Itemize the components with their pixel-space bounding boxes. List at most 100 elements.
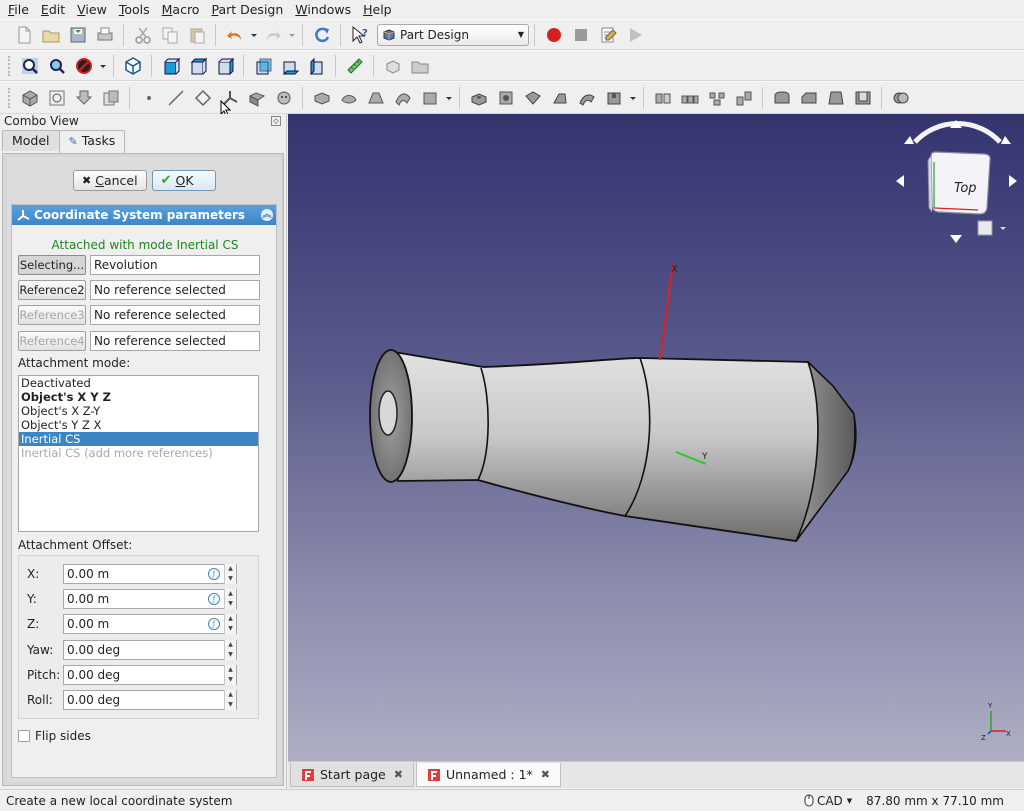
isometric-view-icon[interactable] [121, 54, 145, 78]
shape-binder-icon[interactable] [245, 86, 269, 110]
create-part-icon[interactable] [381, 54, 405, 78]
expression-icon[interactable]: ƒ [208, 618, 220, 630]
navigation-cube[interactable]: Top [896, 120, 1017, 243]
close-icon[interactable]: ✖ [394, 768, 403, 781]
menu-windows[interactable]: Windows [289, 0, 357, 19]
undock-icon[interactable]: ◇ [271, 116, 281, 126]
reference2-field[interactable]: No reference selected [90, 280, 260, 300]
datum-point-icon[interactable] [137, 86, 161, 110]
toolbar-grip[interactable] [8, 55, 12, 76]
polar-pattern-icon[interactable] [705, 86, 729, 110]
cancel-button[interactable]: ✖ Cancel [73, 170, 147, 191]
spin-up-icon[interactable]: ▲ [225, 614, 236, 624]
thickness-icon[interactable] [851, 86, 875, 110]
reference4-field[interactable]: No reference selected [90, 331, 260, 351]
right-view-icon[interactable] [213, 54, 237, 78]
reference2-button[interactable]: Reference2 [18, 280, 86, 300]
spin-arrows[interactable]: ▲ ▼ [224, 640, 236, 660]
menu-tools[interactable]: Tools [113, 0, 156, 19]
list-item[interactable]: Object's X Z-Y [19, 404, 258, 418]
new-file-icon[interactable] [12, 23, 36, 47]
draft-icon[interactable] [824, 86, 848, 110]
map-sketch-icon[interactable] [99, 86, 123, 110]
left-view-icon[interactable] [305, 54, 329, 78]
groove-icon[interactable] [521, 86, 545, 110]
reference1-field[interactable]: Revolution [90, 255, 260, 275]
chamfer-icon[interactable] [797, 86, 821, 110]
rear-view-icon[interactable] [251, 54, 275, 78]
undo-icon[interactable] [223, 23, 247, 47]
spin-up-icon[interactable]: ▲ [225, 640, 236, 650]
top-view-icon[interactable] [186, 54, 210, 78]
spin-arrows[interactable]: ▲ ▼ [224, 589, 236, 609]
fillet-icon[interactable] [770, 86, 794, 110]
copy-icon[interactable] [158, 23, 182, 47]
draw-style-icon[interactable] [72, 54, 96, 78]
collapse-icon[interactable]: ︽ [261, 209, 273, 221]
menu-file[interactable]: File [2, 0, 35, 19]
nav-down-arrow-icon[interactable] [950, 235, 962, 243]
menu-view[interactable]: View [71, 0, 113, 19]
bottom-view-icon[interactable] [278, 54, 302, 78]
tab-model[interactable]: Model [2, 130, 60, 151]
offset-pitch-input[interactable]: 0.00 deg ▲ ▼ [63, 665, 237, 685]
spin-down-icon[interactable]: ▼ [225, 650, 236, 660]
save-icon[interactable] [66, 23, 90, 47]
spin-down-icon[interactable]: ▼ [225, 599, 236, 609]
paste-icon[interactable] [185, 23, 209, 47]
additive-primitive-dropdown-icon[interactable] [445, 86, 453, 110]
list-item[interactable]: Inertial CS (add more references) [19, 446, 258, 460]
flip-sides-checkbox[interactable]: Flip sides [18, 729, 91, 743]
offset-yaw-input[interactable]: 0.00 deg ▲ ▼ [63, 640, 237, 660]
offset-roll-input[interactable]: 0.00 deg ▲ ▼ [63, 690, 237, 710]
list-item[interactable]: Object's X Y Z [19, 390, 258, 404]
datum-plane-icon[interactable] [191, 86, 215, 110]
spin-arrows[interactable]: ▲ ▼ [224, 665, 236, 685]
revolution-icon[interactable] [337, 86, 361, 110]
offset-x-input[interactable]: 0.00 m ƒ ▲ ▼ [63, 564, 237, 584]
list-item[interactable]: Deactivated [19, 376, 258, 390]
cut-icon[interactable] [131, 23, 155, 47]
additive-loft-icon[interactable] [364, 86, 388, 110]
whats-this-icon[interactable]: ? [348, 23, 372, 47]
revolution-solid[interactable] [369, 349, 857, 542]
fit-all-icon[interactable] [18, 54, 42, 78]
menu-part-design[interactable]: Part Design [205, 0, 289, 19]
list-item-selected[interactable]: Inertial CS [19, 432, 258, 446]
list-item[interactable]: Object's Y Z X [19, 418, 258, 432]
ok-button[interactable]: ✔ OK [151, 170, 216, 191]
reference3-field[interactable]: No reference selected [90, 305, 260, 325]
clone-icon[interactable] [272, 86, 296, 110]
nav-left-arrow-icon[interactable] [896, 175, 904, 187]
subtractive-primitive-dropdown-icon[interactable] [629, 86, 637, 110]
subtractive-loft-icon[interactable] [548, 86, 572, 110]
multi-transform-icon[interactable] [732, 86, 756, 110]
spin-up-icon[interactable]: ▲ [225, 690, 236, 700]
menu-edit[interactable]: Edit [35, 0, 71, 19]
spin-down-icon[interactable]: ▼ [225, 675, 236, 685]
spin-up-icon[interactable]: ▲ [225, 564, 236, 574]
draw-style-dropdown-icon[interactable] [99, 54, 107, 78]
menu-help[interactable]: Help [357, 0, 398, 19]
create-body-icon[interactable] [18, 86, 42, 110]
subtractive-primitive-icon[interactable] [602, 86, 626, 110]
measure-distance-icon[interactable] [343, 54, 367, 78]
additive-pipe-icon[interactable] [391, 86, 415, 110]
spin-up-icon[interactable]: ▲ [225, 589, 236, 599]
edit-macro-icon[interactable] [596, 23, 620, 47]
expression-icon[interactable]: ƒ [208, 593, 220, 605]
offset-z-input[interactable]: 0.00 m ƒ ▲ ▼ [63, 614, 237, 634]
create-group-icon[interactable] [408, 54, 432, 78]
linear-pattern-icon[interactable] [678, 86, 702, 110]
expression-icon[interactable]: ƒ [208, 568, 220, 580]
tab-start-page[interactable]: Start page ✖ [290, 763, 414, 787]
tab-tasks[interactable]: ✎ Tasks [58, 130, 126, 153]
validate-sketch-icon[interactable] [72, 86, 96, 110]
chevron-down-icon[interactable] [1000, 227, 1006, 230]
open-file-icon[interactable] [39, 23, 63, 47]
3d-viewport[interactable]: X Y Top Y X Z [288, 114, 1024, 761]
spin-up-icon[interactable]: ▲ [225, 665, 236, 675]
fit-selection-icon[interactable] [45, 54, 69, 78]
refresh-icon[interactable] [310, 23, 334, 47]
boolean-icon[interactable] [889, 86, 913, 110]
